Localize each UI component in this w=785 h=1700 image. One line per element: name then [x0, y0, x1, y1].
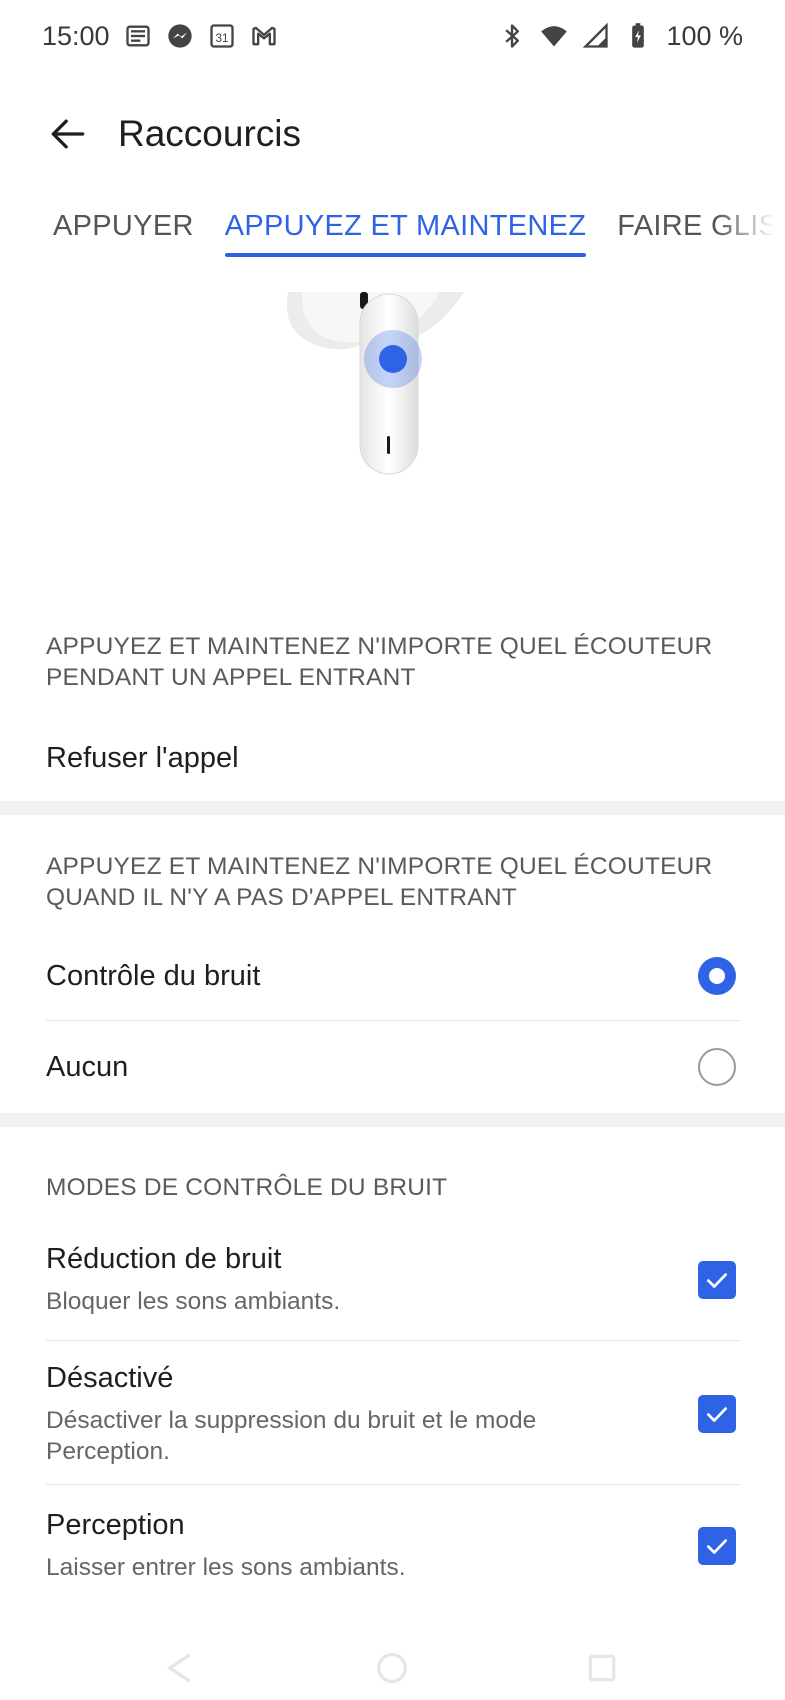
back-button[interactable] [38, 104, 98, 164]
mode-reduction-de-bruit[interactable]: Réduction de bruit Bloquer les sons ambi… [46, 1240, 740, 1320]
bluetooth-icon [498, 22, 526, 50]
battery-percent: 100 % [666, 20, 743, 51]
radio-button[interactable] [698, 1048, 736, 1086]
home-nav-icon[interactable] [372, 1648, 412, 1688]
divider [46, 1484, 740, 1485]
section-header-no-call: APPUYEZ ET MAINTENEZ N'IMPORTE QUEL ÉCOU… [46, 853, 713, 911]
divider [46, 1020, 740, 1021]
checkbox-checked[interactable] [698, 1395, 736, 1433]
tab-appuyer[interactable]: APPUYER [53, 210, 194, 255]
option-label: Contrôle du bruit [46, 959, 261, 992]
arrow-back-icon [51, 119, 85, 149]
option-aucun[interactable]: Aucun [46, 1039, 740, 1095]
calendar-day: 31 [215, 32, 228, 45]
navigation-bar [0, 1640, 785, 1700]
option-label: Aucun [46, 1050, 129, 1083]
mode-text: Perception Laisser entrer les sons ambia… [46, 1509, 406, 1583]
back-nav-icon[interactable] [160, 1648, 200, 1688]
mode-subtitle: Désactiver la suppression du bruit et le… [46, 1406, 537, 1465]
tab-appuyez-et-maintenez[interactable]: APPUYEZ ET MAINTENEZ [224, 210, 587, 257]
page-title: Raccourcis [118, 113, 301, 154]
mode-subtitle: Bloquer les sons ambiants. [46, 1288, 341, 1315]
checkbox-checked[interactable] [698, 1527, 736, 1565]
battery-icon [624, 22, 652, 50]
incoming-call-action[interactable]: Refuser l'appel [46, 728, 740, 788]
section-divider [0, 1113, 785, 1127]
messenger-icon [166, 22, 194, 50]
status-bar: 15:00 31 100 % [0, 0, 785, 72]
mode-desactive[interactable]: Désactivé Désactiver la suppression du b… [46, 1358, 740, 1470]
check-icon [706, 1407, 728, 1422]
section-header-noise-modes: MODES DE CONTRÔLE DU BRUIT [46, 1174, 448, 1201]
status-time: 15:00 [42, 20, 110, 51]
mode-title: Réduction de bruit [46, 1243, 282, 1275]
mode-text: Réduction de bruit Bloquer les sons ambi… [46, 1243, 340, 1317]
mode-title: Perception [46, 1509, 185, 1541]
app-bar: Raccourcis [0, 88, 785, 180]
mode-text: Désactivé Désactiver la suppression du b… [46, 1362, 606, 1467]
tab-bar: APPUYER APPUYEZ ET MAINTENEZ FAIRE GLISS… [0, 210, 785, 274]
section-header-incoming-call: APPUYEZ ET MAINTENEZ N'IMPORTE QUEL ÉCOU… [46, 633, 713, 691]
signal-icon [582, 22, 610, 50]
section-divider [0, 801, 785, 815]
earbud-illustration [270, 292, 470, 482]
incoming-call-action-label: Refuser l'appel [46, 741, 239, 774]
status-left: 15:00 31 [42, 21, 278, 52]
gmail-icon [250, 22, 278, 50]
tab-fade [715, 210, 785, 270]
calendar-icon: 31 [208, 22, 236, 50]
mode-perception[interactable]: Perception Laisser entrer les sons ambia… [46, 1506, 740, 1586]
screen: 15:00 31 100 % Raccourcis APPUYER APPUYE… [0, 0, 785, 1700]
check-icon [706, 1539, 728, 1554]
recents-nav-icon[interactable] [582, 1648, 622, 1688]
news-icon [124, 22, 152, 50]
option-controle-du-bruit[interactable]: Contrôle du bruit [46, 948, 740, 1004]
mode-subtitle: Laisser entrer les sons ambiants. [46, 1554, 406, 1581]
radio-button-selected[interactable] [698, 957, 736, 995]
check-icon [706, 1273, 728, 1288]
mode-title: Désactivé [46, 1361, 174, 1394]
status-right: 100 % [498, 21, 743, 52]
divider [46, 1340, 740, 1341]
touch-indicator-dot [379, 345, 407, 373]
wifi-icon [540, 22, 568, 50]
checkbox-checked[interactable] [698, 1261, 736, 1299]
